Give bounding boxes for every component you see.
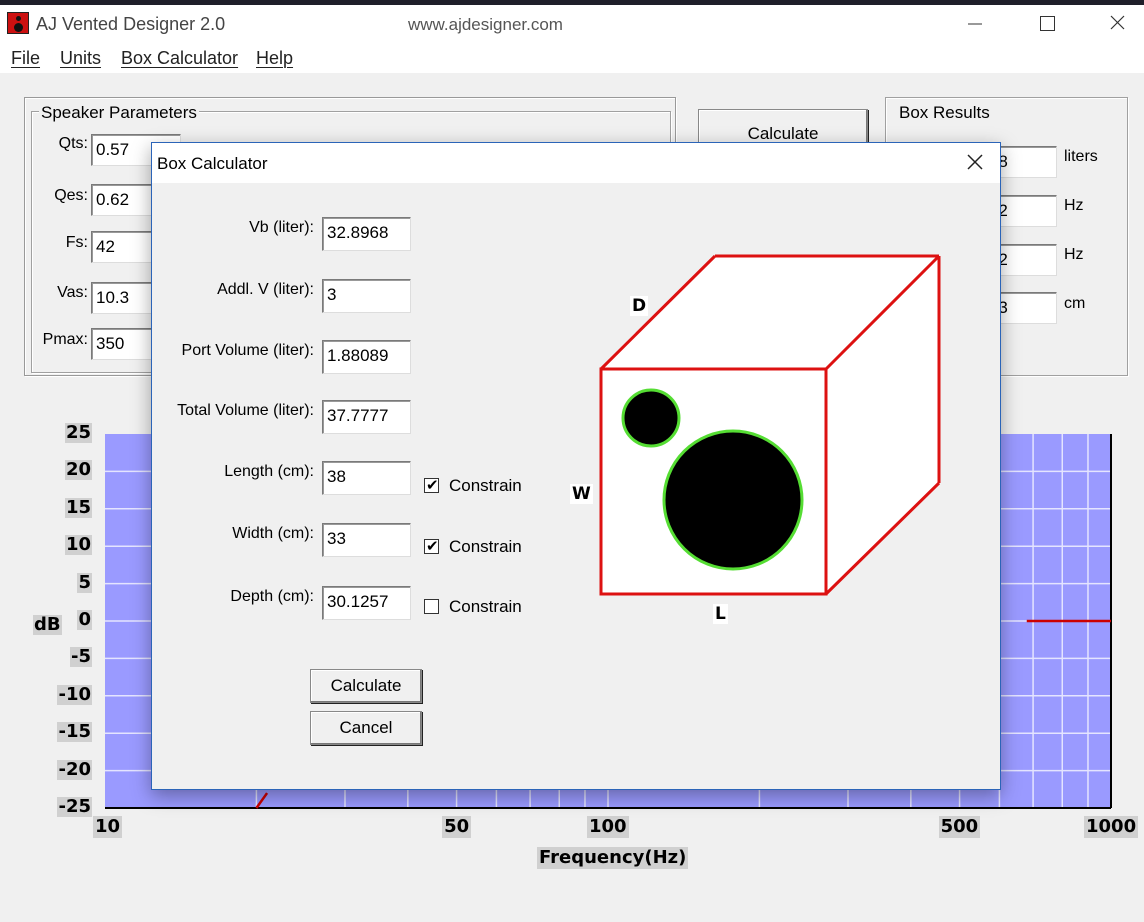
addl-v-label: Addl. V (liter): bbox=[217, 281, 314, 298]
y-tick-label: 20 bbox=[64, 459, 92, 481]
port-circle bbox=[621, 388, 681, 448]
x-tick-label: 500 bbox=[938, 816, 981, 838]
close-icon bbox=[967, 154, 983, 170]
depth-constrain-checkbox[interactable]: ✔ bbox=[424, 599, 439, 614]
length-label: Length (cm): bbox=[224, 463, 314, 480]
dialog-cancel-button[interactable]: Cancel bbox=[310, 711, 422, 745]
depth-label: Depth (cm): bbox=[230, 588, 314, 605]
x-tick-label: 50 bbox=[442, 816, 472, 838]
dialog-calculate-button[interactable]: Calculate bbox=[310, 669, 422, 703]
length-dimension-label: L bbox=[713, 604, 728, 624]
y-tick-label: 15 bbox=[64, 496, 92, 518]
vb-field[interactable]: 32.8968 bbox=[322, 217, 411, 251]
total-volume-field[interactable]: 37.7777 bbox=[322, 400, 411, 434]
addl-v-field[interactable]: 3 bbox=[322, 279, 411, 313]
length-constrain-label: Constrain bbox=[449, 476, 522, 495]
depth-constrain-label: Constrain bbox=[449, 597, 522, 616]
x-tick-label: 1000 bbox=[1084, 816, 1139, 838]
length-field[interactable]: 38 bbox=[322, 461, 411, 495]
y-tick-label: -15 bbox=[57, 721, 92, 743]
vb-label: Vb (liter): bbox=[249, 219, 314, 236]
port-volume-field[interactable]: 1.88089 bbox=[322, 340, 411, 374]
checkmark-icon: ✔ bbox=[426, 476, 439, 494]
box-diagram bbox=[599, 254, 941, 596]
response-curve bbox=[255, 792, 269, 809]
woofer-circle bbox=[662, 429, 804, 571]
dialog-title: Box Calculator bbox=[157, 154, 268, 173]
y-tick-label: 25 bbox=[64, 422, 92, 443]
width-constrain-checkbox[interactable]: ✔ bbox=[424, 537, 439, 555]
box-calculator-dialog: Box Calculator Vb (liter): 32.8968 Addl.… bbox=[151, 142, 1001, 790]
width-constrain-label: Constrain bbox=[449, 537, 522, 556]
y-tick-label: 5 bbox=[77, 571, 92, 593]
y-tick-label: -10 bbox=[57, 683, 92, 705]
total-volume-label: Total Volume (liter): bbox=[177, 402, 314, 419]
width-field[interactable]: 33 bbox=[322, 523, 411, 557]
width-label: Width (cm): bbox=[232, 525, 314, 542]
y-tick-label: 10 bbox=[64, 534, 92, 556]
depth-field[interactable]: 30.1257 bbox=[322, 586, 411, 620]
x-axis-label: Frequency(Hz) bbox=[537, 847, 689, 869]
y-axis-label: dB bbox=[33, 614, 62, 635]
y-tick-label: -25 bbox=[57, 796, 92, 817]
dialog-title-bar bbox=[152, 143, 1000, 183]
y-tick-label: 0 bbox=[77, 609, 92, 630]
dialog-close-button[interactable] bbox=[960, 149, 990, 179]
x-tick-label: 100 bbox=[587, 816, 629, 838]
y-tick-label: -5 bbox=[70, 646, 92, 668]
x-tick-label: 10 bbox=[93, 816, 123, 838]
checkmark-icon: ✔ bbox=[426, 537, 439, 555]
width-dimension-label: W bbox=[570, 484, 593, 504]
y-tick-label: -20 bbox=[57, 758, 92, 780]
depth-dimension-label: D bbox=[630, 296, 649, 316]
length-constrain-checkbox[interactable]: ✔ bbox=[424, 476, 439, 494]
port-volume-label: Port Volume (liter): bbox=[181, 342, 314, 359]
